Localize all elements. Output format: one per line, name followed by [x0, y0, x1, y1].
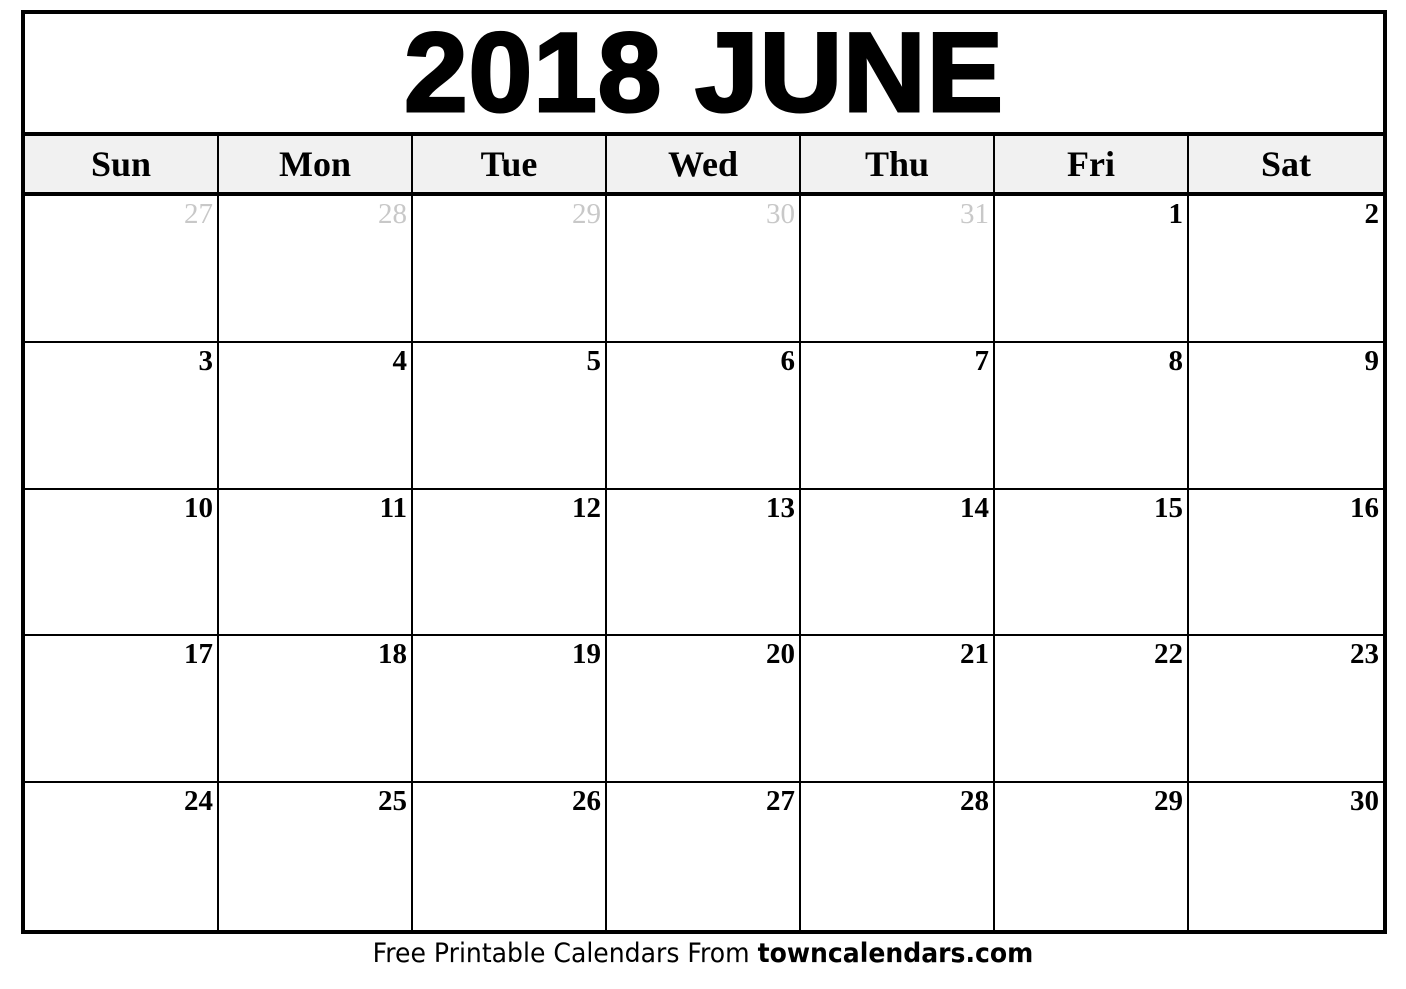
day-number: 30: [766, 198, 795, 230]
day-cell-other-month[interactable]: 31: [801, 196, 995, 343]
weekday-mon: Mon: [219, 136, 413, 192]
day-cell[interactable]: 25: [219, 783, 413, 930]
day-cell-other-month[interactable]: 27: [25, 196, 219, 343]
day-number: 4: [392, 344, 408, 377]
day-number: 22: [1154, 638, 1183, 671]
day-number: 1: [1168, 198, 1184, 230]
calendar: 2018 JUNE Sun Mon Tue Wed Thu Fri Sat 27…: [21, 10, 1387, 934]
day-number: 27: [766, 785, 795, 818]
day-cell[interactable]: 24: [25, 783, 219, 930]
day-number: 6: [780, 344, 796, 377]
day-cell[interactable]: 28: [801, 783, 995, 930]
day-number: 7: [974, 344, 990, 377]
day-number: 27: [184, 198, 213, 230]
footer-credit: Free Printable Calendars From towncalend…: [49, 938, 1357, 969]
day-number: 29: [1154, 785, 1183, 818]
day-cell[interactable]: 18: [219, 636, 413, 784]
day-cell[interactable]: 12: [413, 489, 607, 637]
day-number: 5: [586, 344, 602, 377]
day-cell[interactable]: 13: [607, 489, 801, 637]
day-cell-other-month[interactable]: 29: [413, 196, 607, 343]
day-cell[interactable]: 4: [219, 342, 413, 490]
day-number: 14: [960, 491, 989, 524]
day-cell-other-month[interactable]: 28: [219, 196, 413, 343]
day-number: 15: [1154, 491, 1183, 524]
day-number: 25: [378, 785, 407, 818]
day-number: 30: [1350, 785, 1379, 818]
day-number: 28: [378, 198, 407, 230]
day-number: 28: [960, 785, 989, 818]
day-cell[interactable]: 6: [607, 342, 801, 490]
weekday-sun: Sun: [25, 136, 219, 192]
day-cell[interactable]: 20: [607, 636, 801, 784]
day-cell[interactable]: 5: [413, 342, 607, 490]
weekday-thu: Thu: [801, 136, 995, 192]
day-cell[interactable]: 2: [1189, 196, 1383, 343]
day-cell[interactable]: 23: [1189, 636, 1383, 784]
day-number: 2: [1364, 198, 1380, 230]
day-cell[interactable]: 8: [995, 342, 1189, 490]
day-cell[interactable]: 30: [1189, 783, 1383, 930]
weekday-wed: Wed: [607, 136, 801, 192]
day-cell[interactable]: 14: [801, 489, 995, 637]
day-cell[interactable]: 19: [413, 636, 607, 784]
weekday-tue: Tue: [413, 136, 607, 192]
day-cell[interactable]: 1: [995, 196, 1189, 343]
weekday-sat: Sat: [1260, 144, 1311, 184]
day-number: 26: [572, 785, 601, 818]
day-number: 16: [1350, 491, 1379, 524]
day-cell[interactable]: 7: [801, 342, 995, 490]
day-number: 24: [184, 785, 213, 818]
weekday-header-row: Sun Mon Tue Wed Thu Fri Sat: [25, 136, 1383, 196]
day-grid: 27 28 29 30 31 1 2 3 4 5 6 7 8 9 10 11 12 13 14 15 16 17 18 19 2…: [25, 196, 1383, 930]
day-number: 9: [1364, 344, 1380, 377]
day-number: 19: [572, 638, 601, 671]
day-cell[interactable]: 15: [995, 489, 1189, 637]
footer-site-link[interactable]: towncalendars.com: [758, 938, 1034, 969]
day-cell[interactable]: 11: [219, 489, 413, 637]
day-cell[interactable]: 27: [607, 783, 801, 930]
footer-text: Free Printable Calendars From: [372, 938, 758, 969]
day-number: 23: [1350, 638, 1379, 671]
day-number: 18: [378, 638, 407, 671]
day-number: 17: [184, 638, 213, 671]
calendar-title: 2018 JUNE: [403, 10, 1005, 135]
day-number: 21: [960, 638, 989, 671]
day-number: 29: [572, 198, 601, 230]
day-cell[interactable]: 26: [413, 783, 607, 930]
day-number: 11: [379, 491, 407, 524]
day-number: 3: [198, 344, 214, 377]
day-number: 10: [184, 491, 213, 524]
day-cell[interactable]: 3: [25, 342, 219, 490]
title-bar: 2018 JUNE: [25, 14, 1383, 136]
day-cell[interactable]: 10: [25, 489, 219, 637]
day-cell[interactable]: 22: [995, 636, 1189, 784]
weekday-fri: Fri: [995, 136, 1189, 192]
day-number: 8: [1168, 344, 1184, 377]
day-number: 13: [766, 491, 795, 524]
day-cell[interactable]: 9: [1189, 343, 1383, 490]
day-cell[interactable]: 21: [801, 636, 995, 784]
day-cell[interactable]: 17: [25, 636, 219, 784]
day-number: 12: [572, 491, 601, 524]
day-number: 20: [766, 638, 795, 671]
day-cell[interactable]: 16: [1189, 490, 1383, 637]
day-number: 31: [960, 198, 989, 230]
day-cell-other-month[interactable]: 30: [607, 196, 801, 343]
day-cell[interactable]: 29: [995, 783, 1189, 930]
